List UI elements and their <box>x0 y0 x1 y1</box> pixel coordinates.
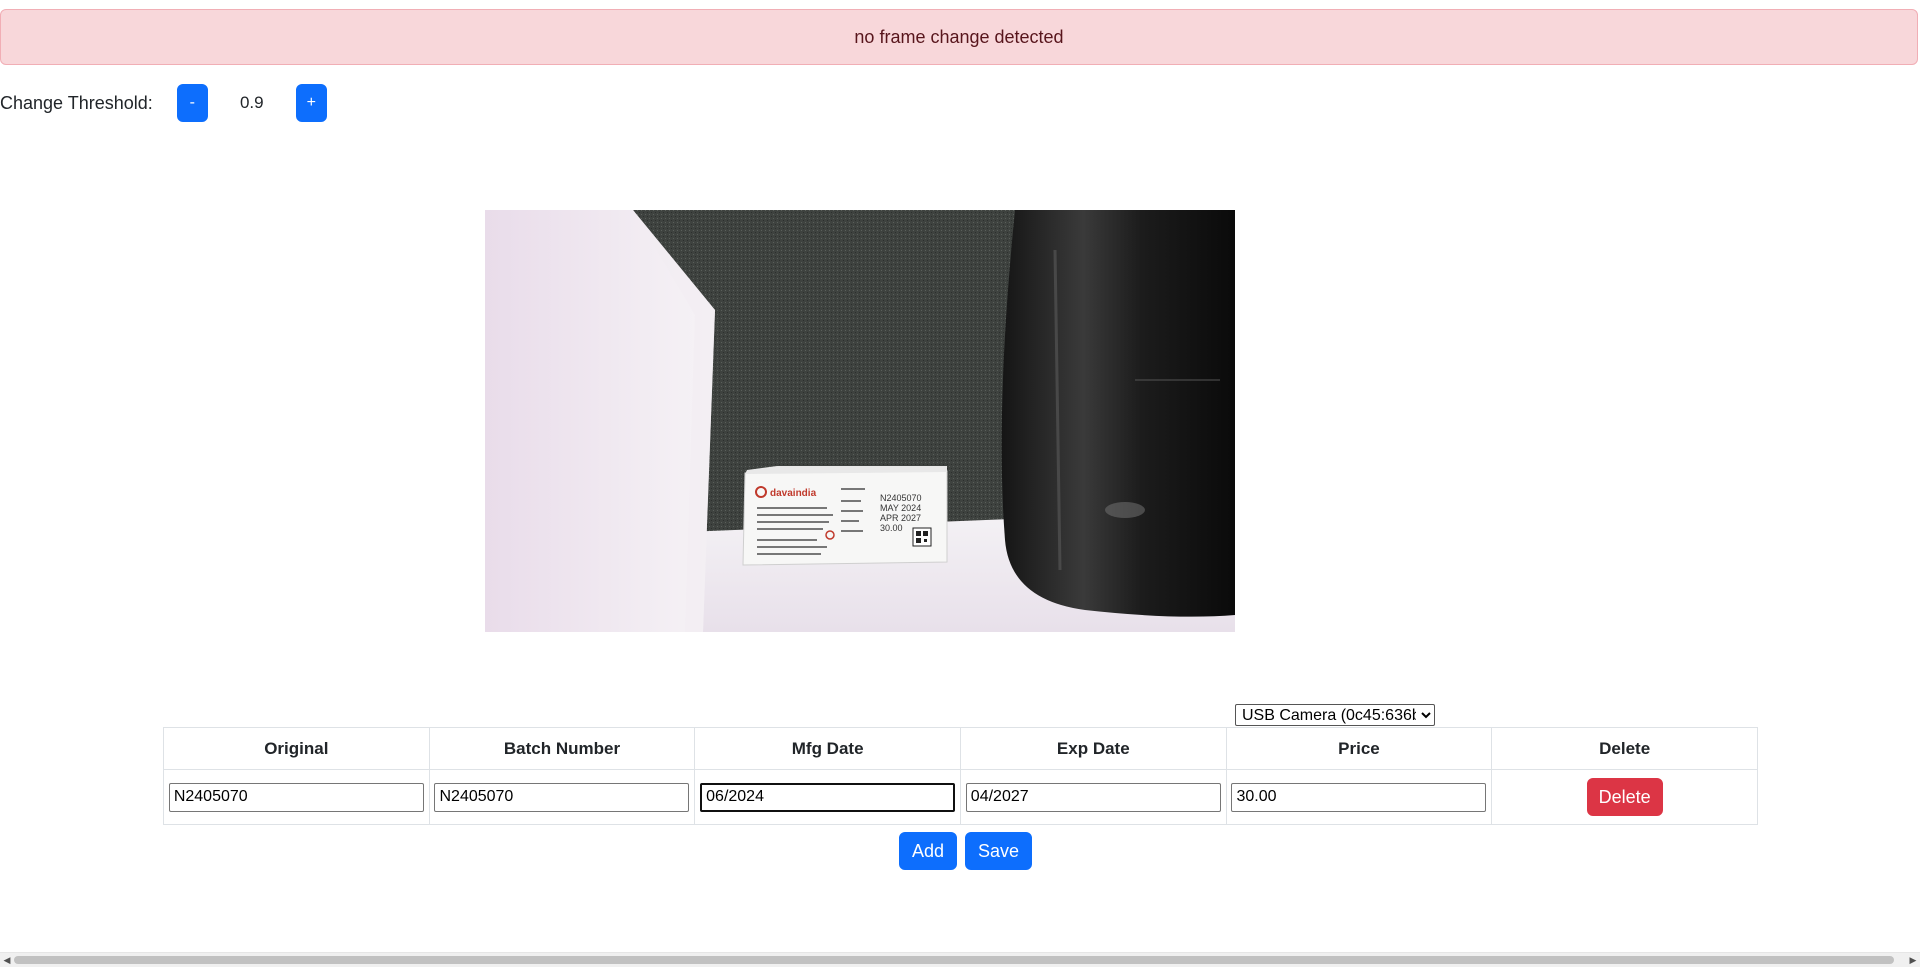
cell-price <box>1225 769 1493 825</box>
camera-select[interactable]: USB Camera (0c45:636b) <box>1235 704 1435 726</box>
scroll-right-icon[interactable]: ▶ <box>1906 953 1920 967</box>
alert-message: no frame change detected <box>854 26 1064 47</box>
table-row: Delete <box>163 769 1758 825</box>
column-header-exp-date: Exp Date <box>959 727 1227 770</box>
table-actions: Add Save <box>899 832 1033 870</box>
box-exp: APR 2027 <box>880 513 921 523</box>
add-button[interactable]: Add <box>899 832 958 870</box>
box-price: 30.00 <box>880 523 903 533</box>
horizontal-scrollbar[interactable]: ◀ ▶ <box>0 952 1920 967</box>
column-header-mfg-date: Mfg Date <box>694 727 961 770</box>
column-header-original: Original <box>163 727 430 770</box>
column-header-batch-number: Batch Number <box>428 727 696 770</box>
batch-number-input[interactable] <box>434 782 690 812</box>
qr-code-icon <box>912 527 932 547</box>
cell-mfg-date <box>694 769 961 825</box>
status-alert: no frame change detected <box>0 9 1918 65</box>
original-input[interactable] <box>168 782 424 812</box>
scroll-left-icon[interactable]: ◀ <box>0 953 14 967</box>
batch-table: Original Batch Number Mfg Date Exp Date … <box>163 727 1758 825</box>
box-batch: N2405070 <box>880 493 922 503</box>
box-brand: davaindia <box>770 488 817 499</box>
camera-feed: davaindia N2405070 MAY 2024 APR 2027 30.… <box>485 210 1235 632</box>
table-header-row: Original Batch Number Mfg Date Exp Date … <box>163 727 1758 770</box>
camera-feed-image: davaindia N2405070 MAY 2024 APR 2027 30.… <box>485 210 1235 632</box>
price-input[interactable] <box>1231 782 1487 812</box>
exp-date-input[interactable] <box>965 782 1221 812</box>
mfg-date-input[interactable] <box>700 782 956 812</box>
threshold-increment-button[interactable]: + <box>295 84 327 122</box>
column-header-delete: Delete <box>1491 727 1758 770</box>
scrollbar-thumb[interactable] <box>14 956 1894 964</box>
box-mfg: MAY 2024 <box>880 503 921 513</box>
delete-row-button[interactable]: Delete <box>1586 778 1663 816</box>
threshold-label: Change Threshold: <box>0 92 153 113</box>
cell-batch-number <box>428 769 696 825</box>
cell-original <box>163 769 430 825</box>
threshold-control: Change Threshold: - 0.9 + <box>0 84 327 122</box>
product-box: davaindia N2405070 MAY 2024 APR 2027 30.… <box>742 466 948 566</box>
threshold-decrement-button[interactable]: - <box>176 84 208 122</box>
cell-exp-date <box>959 769 1227 825</box>
save-button[interactable]: Save <box>965 832 1033 870</box>
cell-delete: Delete <box>1491 769 1758 825</box>
column-header-price: Price <box>1225 727 1493 770</box>
threshold-value: 0.9 <box>239 93 264 112</box>
page: no frame change detected Change Threshol… <box>0 0 1920 967</box>
